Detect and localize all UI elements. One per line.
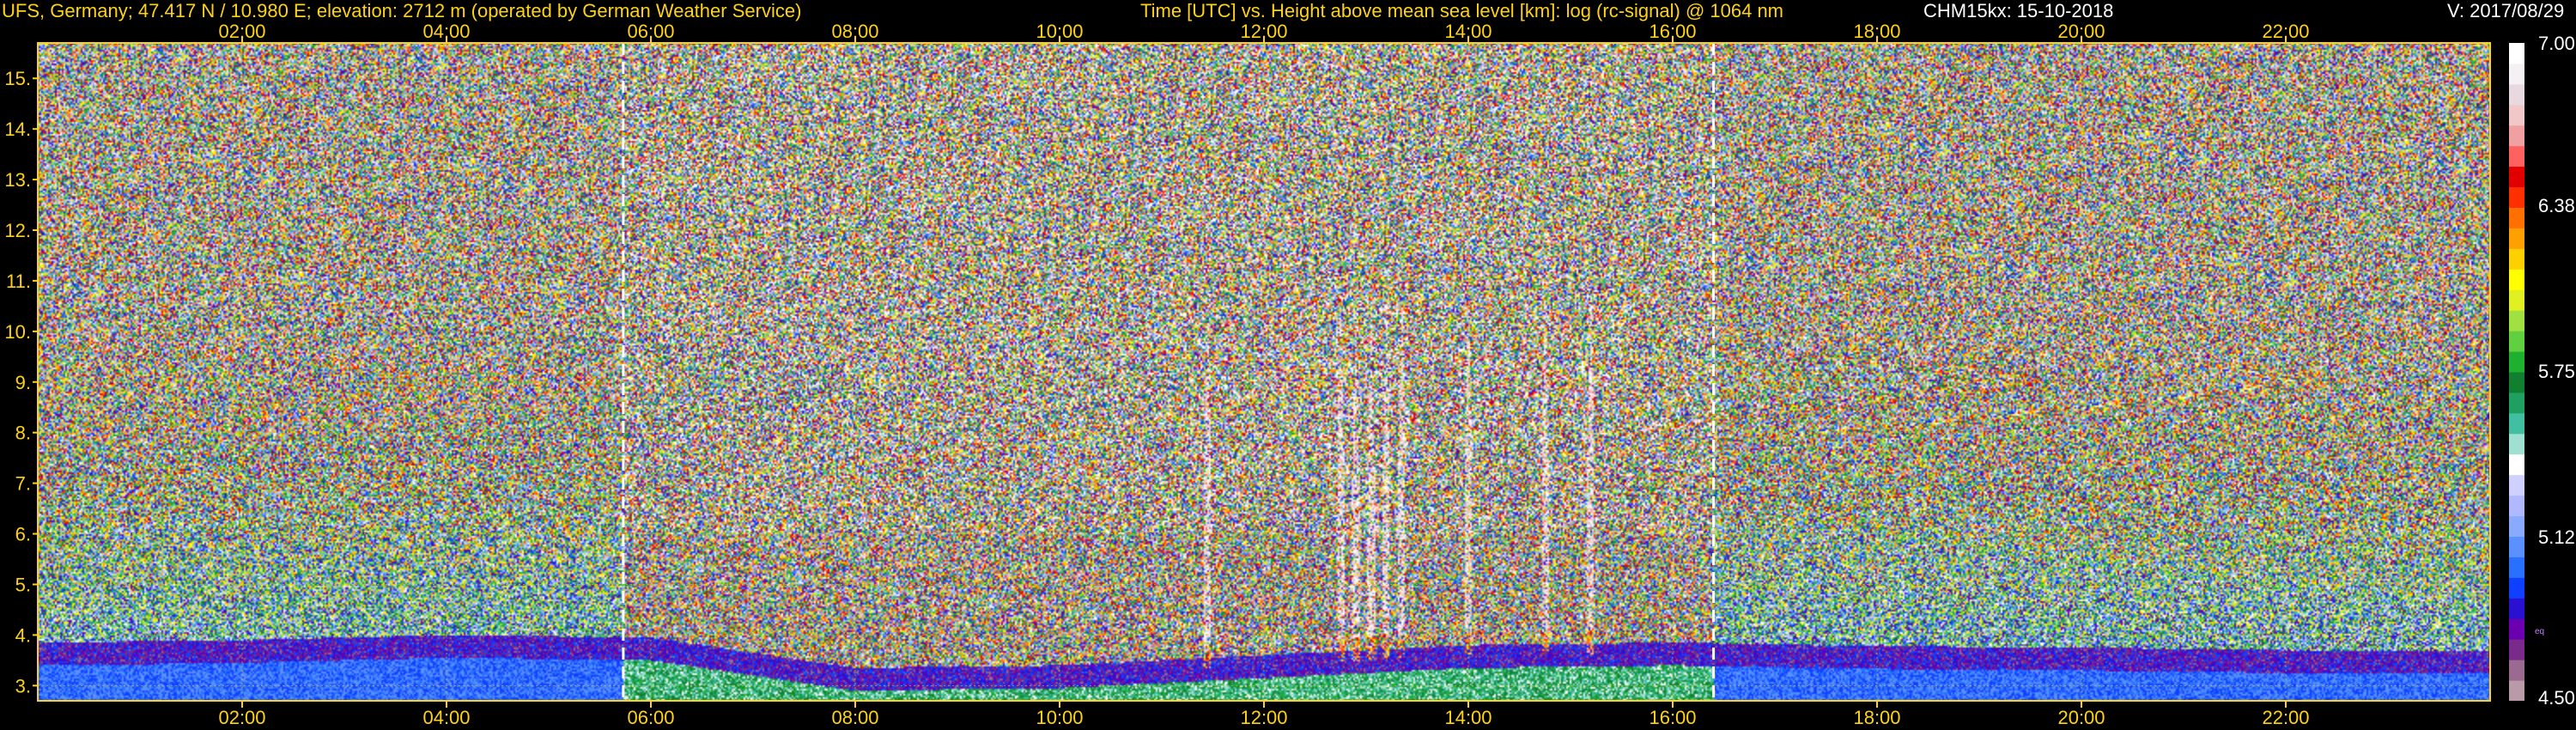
colorbar-segment xyxy=(2509,577,2524,599)
x-tick-label-bottom: 08:00 xyxy=(831,707,878,728)
y-tick-label: 5. xyxy=(15,574,31,595)
colorbar-segment xyxy=(2509,310,2524,332)
colorbar-segment xyxy=(2509,186,2524,208)
colorbar-segment xyxy=(2509,680,2524,701)
ceilometer-figure: UFS, Germany; 47.417 N / 10.980 E; eleva… xyxy=(0,0,2576,730)
x-tick-label-bottom: 06:00 xyxy=(627,707,674,728)
colorbar-segment xyxy=(2509,372,2524,393)
y-tick-label: 14. xyxy=(4,119,31,140)
colorbar-tick-label: 5.12 xyxy=(2538,526,2575,549)
x-tick-label-bottom: 20:00 xyxy=(2057,707,2105,728)
axes-layer: 02:00 02:00 04:00 04:00 06:00 06:00 08:00 08:00… xyxy=(4,21,2491,728)
y-tick-label: 11. xyxy=(6,271,31,292)
colorbar-segment xyxy=(2509,104,2524,126)
x-tick-label-bottom: 10:00 xyxy=(1036,707,1083,728)
colorbar xyxy=(2509,43,2524,701)
colorbar-segment xyxy=(2509,618,2524,640)
colorbar-segment xyxy=(2509,269,2524,290)
colorbar-segment xyxy=(2509,125,2524,147)
colorbar-segment xyxy=(2509,536,2524,557)
colorbar-segment xyxy=(2509,639,2524,660)
y-tick-label: 10. xyxy=(4,321,31,343)
x-tick-label-top: 22:00 xyxy=(2262,21,2309,42)
x-tick-label-top: 08:00 xyxy=(831,21,878,42)
x-tick-label-bottom: 22:00 xyxy=(2262,707,2309,728)
y-tick-label: 7. xyxy=(15,473,31,495)
x-tick-label-top: 04:00 xyxy=(422,21,470,42)
colorbar-segment xyxy=(2509,43,2524,64)
x-tick-label-top: 14:00 xyxy=(1444,21,1492,42)
y-tick-label: 9. xyxy=(15,372,31,393)
x-tick-label-top: 06:00 xyxy=(627,21,674,42)
colorbar-segment xyxy=(2509,474,2524,496)
y-tick-label: 8. xyxy=(15,423,31,444)
colorbar-segment xyxy=(2509,433,2524,455)
colorbar-segment xyxy=(2509,515,2524,537)
colorbar-segment xyxy=(2509,289,2524,311)
colorbar-tick-label: 5.75 xyxy=(2538,361,2575,382)
x-tick-label-bottom: 16:00 xyxy=(1649,707,1696,728)
x-tick-label-top: 16:00 xyxy=(1649,21,1696,42)
y-tick-label: 13. xyxy=(4,169,31,191)
colorbar-segment xyxy=(2509,495,2524,517)
colorbar-segment xyxy=(2509,392,2524,414)
colorbar-segment xyxy=(2509,145,2524,167)
colorbar-segment xyxy=(2509,207,2524,228)
colorbar-tick-label: 6.38 xyxy=(2538,194,2575,216)
x-tick-label-top: 12:00 xyxy=(1240,21,1287,42)
x-tick-label-top: 02:00 xyxy=(218,21,265,42)
colorbar-segment xyxy=(2509,83,2524,106)
colorbar-segment xyxy=(2509,228,2524,249)
y-tick-label: 12. xyxy=(4,220,31,241)
colorbar-tick-label: 4.50 xyxy=(2538,687,2575,709)
colorbar-segment xyxy=(2509,331,2524,352)
colorbar-segment xyxy=(2509,351,2524,373)
colorbar-segment xyxy=(2509,453,2524,476)
colorbar-unit: eq xyxy=(2535,627,2545,636)
y-tick-label: 6. xyxy=(15,524,31,545)
x-tick-label-bottom: 18:00 xyxy=(1853,707,1900,728)
x-tick-label-bottom: 02:00 xyxy=(218,707,265,728)
colorbar-tick-label: 7.00 xyxy=(2538,33,2575,54)
x-tick-label-top: 18:00 xyxy=(1853,21,1900,42)
x-tick-label-top: 10:00 xyxy=(1036,21,1083,42)
y-tick-label: 4. xyxy=(15,624,31,646)
x-tick-label-top: 20:00 xyxy=(2057,21,2105,42)
plot-frame xyxy=(37,42,2491,702)
colorbar-segment xyxy=(2509,166,2524,188)
colorbar-segment xyxy=(2509,63,2524,85)
colorbar-segment xyxy=(2509,598,2524,619)
x-tick-label-bottom: 12:00 xyxy=(1240,707,1287,728)
y-tick-label: 3. xyxy=(15,675,31,697)
x-tick-label-bottom: 04:00 xyxy=(422,707,470,728)
colorbar-segment xyxy=(2509,248,2524,270)
colorbar-segment xyxy=(2509,557,2524,578)
colorbar-segment xyxy=(2509,412,2524,435)
x-tick-label-bottom: 14:00 xyxy=(1444,707,1492,728)
colorbar-segment xyxy=(2509,660,2524,681)
y-tick-label: 15. xyxy=(4,68,31,89)
